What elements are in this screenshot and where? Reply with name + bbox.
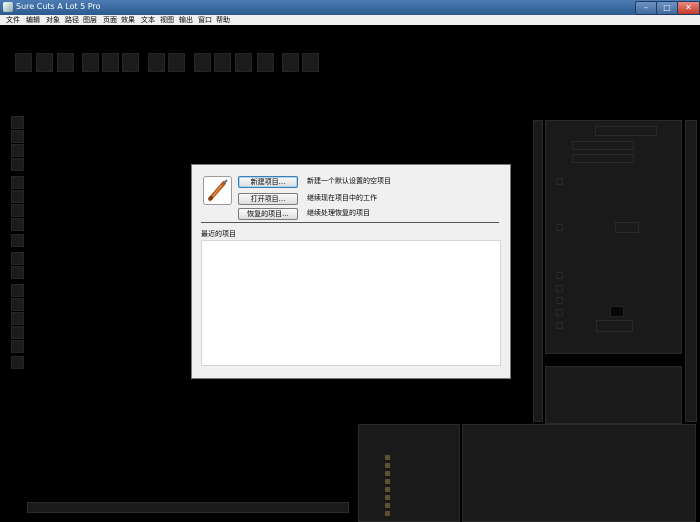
panel-scrollbar[interactable] [533, 120, 543, 422]
folder-icon[interactable] [385, 511, 390, 516]
folder-icon[interactable] [385, 463, 390, 468]
tool-button[interactable] [11, 340, 24, 353]
tool-button[interactable] [11, 204, 24, 217]
properties-checkbox[interactable] [556, 322, 563, 329]
properties-checkbox[interactable] [556, 285, 563, 292]
menu-help[interactable]: 帮助 [216, 15, 230, 25]
properties-checkbox[interactable] [556, 309, 563, 316]
properties-dropdown[interactable] [572, 154, 634, 163]
new-project-description: 新建一个默认设置的空项目 [307, 177, 391, 185]
dialog-divider [201, 222, 499, 223]
tool-button[interactable] [11, 218, 24, 231]
tool-button[interactable] [11, 298, 24, 311]
recent-projects-list[interactable] [201, 240, 501, 366]
menu-edit[interactable]: 编辑 [26, 15, 40, 25]
properties-dropdown[interactable] [595, 126, 657, 136]
tool-button[interactable] [11, 252, 24, 265]
toolbar-button[interactable] [82, 53, 99, 72]
recent-projects-label: 最近的项目 [201, 230, 236, 238]
properties-checkbox[interactable] [556, 224, 563, 231]
cutting-blade-icon [203, 176, 232, 205]
menu-window[interactable]: 窗口 [198, 15, 212, 25]
tool-button[interactable] [11, 176, 24, 189]
open-project-description: 继续现在项目中的工作 [307, 194, 377, 202]
properties-dropdown[interactable] [572, 141, 634, 150]
window-title: Sure Cuts A Lot 5 Pro [16, 2, 101, 11]
toolbar-button[interactable] [57, 53, 74, 72]
properties-checkbox[interactable] [556, 178, 563, 185]
menu-file[interactable]: 文件 [6, 15, 20, 25]
folder-icon[interactable] [385, 487, 390, 492]
menu-object[interactable]: 对象 [46, 15, 60, 25]
toolbar-button[interactable] [194, 53, 211, 72]
tool-button[interactable] [11, 326, 24, 339]
recovered-project-button[interactable]: 恢复的项目... [238, 208, 298, 220]
folder-icon[interactable] [385, 495, 390, 500]
tool-button[interactable] [11, 190, 24, 203]
tool-button[interactable] [11, 312, 24, 325]
menu-effects[interactable]: 效果 [121, 15, 135, 25]
tool-button[interactable] [11, 116, 24, 129]
folder-icon[interactable] [385, 479, 390, 484]
folder-icon[interactable] [385, 503, 390, 508]
tool-button[interactable] [11, 284, 24, 297]
close-button[interactable]: ✕ [677, 1, 700, 15]
horizontal-scrollbar[interactable] [27, 502, 349, 513]
minimize-button[interactable]: – [635, 1, 657, 15]
library-panel [358, 424, 460, 522]
new-project-button[interactable]: 新建项目... [238, 176, 298, 188]
tool-button[interactable] [11, 144, 24, 157]
toolbar-button[interactable] [214, 53, 231, 72]
panel-scrollbar[interactable] [685, 120, 697, 422]
app-icon [3, 2, 13, 12]
tool-button[interactable] [11, 158, 24, 171]
open-project-button[interactable]: 打开项目... [238, 193, 298, 205]
tool-button[interactable] [11, 234, 24, 247]
properties-checkbox[interactable] [556, 297, 563, 304]
preview-panel [545, 366, 682, 424]
folder-icon[interactable] [385, 471, 390, 476]
title-bar[interactable] [0, 0, 700, 15]
menu-page[interactable]: 页面 [103, 15, 117, 25]
toolbar-button[interactable] [15, 53, 32, 72]
toolbar-button[interactable] [282, 53, 299, 72]
toolbar-button[interactable] [302, 53, 319, 72]
menu-bar: 文件 编辑 对象 路径 图层 页面 效果 文本 视图 输出 窗口 帮助 [0, 15, 700, 25]
recovered-project-description: 继续处理恢复的项目 [307, 209, 370, 217]
toolbar-button[interactable] [168, 53, 185, 72]
menu-text[interactable]: 文本 [141, 15, 155, 25]
library-preview-panel [462, 424, 696, 522]
toolbar-button[interactable] [148, 53, 165, 72]
properties-button[interactable] [615, 222, 639, 233]
toolbar-button[interactable] [122, 53, 139, 72]
menu-view[interactable]: 视图 [160, 15, 174, 25]
tool-button[interactable] [11, 266, 24, 279]
properties-button[interactable] [596, 320, 633, 332]
toolbar-button[interactable] [102, 53, 119, 72]
color-swatch[interactable] [610, 306, 624, 317]
tool-button[interactable] [11, 356, 24, 369]
tool-button[interactable] [11, 130, 24, 143]
properties-checkbox[interactable] [556, 272, 563, 279]
toolbar-button[interactable] [36, 53, 53, 72]
menu-path[interactable]: 路径 [65, 15, 79, 25]
menu-layer[interactable]: 图层 [83, 15, 97, 25]
toolbar-button[interactable] [235, 53, 252, 72]
menu-output[interactable]: 输出 [179, 15, 193, 25]
folder-icon[interactable] [385, 455, 390, 460]
toolbar-button[interactable] [257, 53, 274, 72]
maximize-button[interactable]: □ [656, 1, 678, 15]
